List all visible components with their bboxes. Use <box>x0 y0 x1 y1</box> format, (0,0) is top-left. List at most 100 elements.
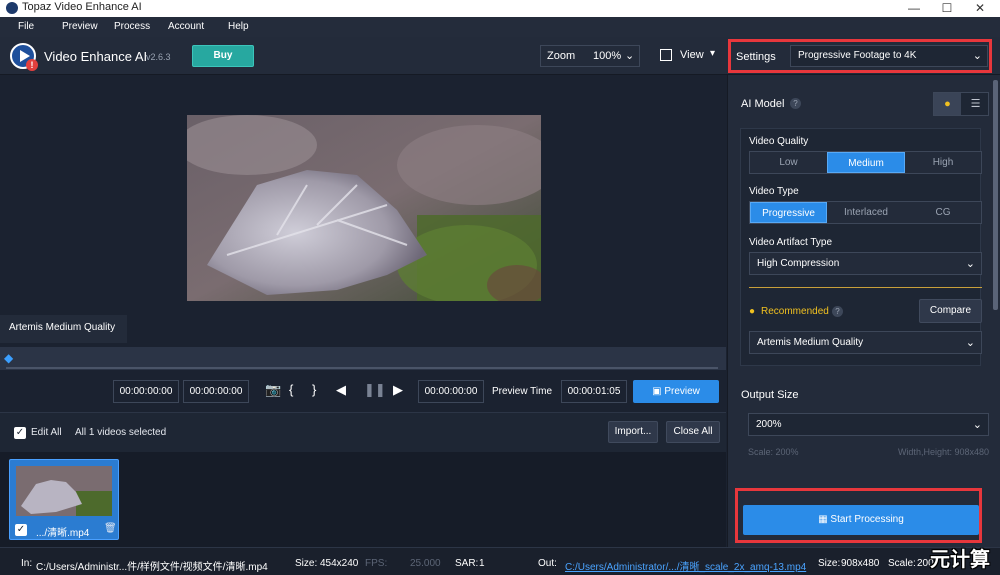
input-path: C:/Users/Administr...件/样例文件/视频文件/清晰.mp4 <box>36 562 268 573</box>
scale-label: Scale: <box>888 558 916 569</box>
video-frame-image <box>187 115 541 301</box>
playhead-icon[interactable]: ◆ <box>4 351 14 365</box>
menu-file[interactable]: File <box>18 21 34 32</box>
settings-preset-select[interactable]: Progressive Footage to 4K ⌄ <box>790 45 988 67</box>
bracket-open-icon[interactable]: { <box>289 382 293 397</box>
quality-medium-option[interactable]: Medium <box>827 152 905 173</box>
buy-button[interactable]: Buy <box>192 45 254 67</box>
artifact-type-select[interactable]: High Compression ⌄ <box>749 252 982 275</box>
current-time-field[interactable]: 00:00:00:00 <box>418 380 484 403</box>
chevron-down-icon: ⌄ <box>965 337 975 349</box>
preview-screen-icon: ▣ <box>652 386 665 397</box>
app-logo-icon: ! <box>10 43 38 71</box>
minimize-icon[interactable]: — <box>897 0 931 17</box>
preview-time-field[interactable]: 00:00:01:05 <box>561 380 627 403</box>
video-type-label: Video Type <box>749 186 799 197</box>
input-label: In: <box>21 558 33 569</box>
type-progressive-option[interactable]: Progressive <box>750 202 827 223</box>
help-icon[interactable]: ? <box>790 98 801 109</box>
preview-time-label: Preview Time <box>492 386 553 397</box>
menu-preview[interactable]: Preview <box>62 21 98 32</box>
in-time-field[interactable]: 00:00:00:00 <box>113 380 179 403</box>
video-type-segmented: Progressive Interlaced CG <box>749 201 982 224</box>
step-forward-icon[interactable]: ▶︎ <box>393 382 403 398</box>
output-size-value: 200% <box>756 419 782 430</box>
start-processing-button[interactable]: ▦ Start Processing <box>743 505 979 535</box>
recommended-label: Recommended <box>761 306 829 317</box>
menu-account[interactable]: Account <box>168 21 204 32</box>
edit-all-checkbox[interactable]: ✓ <box>14 427 26 439</box>
watermark: 元计算 <box>930 549 990 571</box>
model-name-tab: Artemis Medium Quality <box>0 315 127 343</box>
timeline[interactable]: ◆ <box>0 347 726 370</box>
app-window-icon <box>6 2 18 14</box>
bracket-close-icon[interactable]: } <box>312 382 316 397</box>
type-cg-option[interactable]: CG <box>905 202 981 223</box>
app-version: v2.6.3 <box>146 52 171 62</box>
menu-process[interactable]: Process <box>114 21 150 32</box>
sar-value: 1 <box>479 558 485 569</box>
preview-button[interactable]: ▣ Preview <box>633 380 719 403</box>
artifact-type-value: High Compression <box>757 258 840 269</box>
window-titlebar: Topaz Video Enhance AI — ☐ ✕ <box>0 0 1000 17</box>
preview-button-label: Preview <box>664 386 700 397</box>
settings-label: Settings <box>736 51 776 63</box>
artifact-type-label: Video Artifact Type <box>749 237 833 248</box>
view-checkbox-icon[interactable] <box>660 49 672 61</box>
transport-controls: 00:00:00:00 00:00:00:00 📷 { } ◀︎ ❚❚ ▶︎ 0… <box>0 370 726 412</box>
ai-model-title: AI Model <box>741 98 785 110</box>
list-view-icon[interactable]: ☰ <box>962 93 989 115</box>
edit-all-label[interactable]: Edit All <box>31 427 62 438</box>
ai-model-select[interactable]: Artemis Medium Quality ⌄ <box>749 331 982 354</box>
panel-scrollbar[interactable] <box>993 80 998 310</box>
item-checkbox[interactable]: ✓ <box>15 524 27 536</box>
output-size-value: 908x480 <box>841 558 880 569</box>
section-divider <box>749 287 982 288</box>
output-label: Out: <box>538 558 557 569</box>
output-size-card: 200% ⌄ Scale: 200% Width,Height: 908x480 <box>740 411 989 467</box>
selected-count-text: All 1 videos selected <box>75 427 167 438</box>
type-interlaced-option[interactable]: Interlaced <box>827 202 905 223</box>
import-button[interactable]: Import... <box>608 421 658 443</box>
fps-value: 25.000 <box>410 558 441 569</box>
output-size-select[interactable]: 200% ⌄ <box>748 413 989 436</box>
scale-text: Scale: 200% <box>748 447 799 457</box>
quality-high-option[interactable]: High <box>905 152 981 173</box>
window-title: Topaz Video Enhance AI <box>22 1 142 13</box>
chevron-down-icon[interactable]: ▾ <box>710 48 715 59</box>
pause-icon[interactable]: ❚❚ <box>364 382 386 398</box>
view-label: View <box>680 49 704 61</box>
fps-label: FPS: <box>365 558 388 569</box>
close-icon[interactable]: ✕ <box>963 0 997 17</box>
zoom-dropdown[interactable]: Zoom 100% ⌄ <box>540 45 640 67</box>
sar-label: SAR: <box>455 558 479 569</box>
timeline-track[interactable] <box>6 367 718 369</box>
video-quality-segmented: Low Medium High <box>749 151 982 174</box>
lightbulb-icon: ● <box>749 306 756 317</box>
settings-panel: AI Model ? ● ☰ Video Quality Low Medium … <box>727 75 1000 547</box>
output-path-link[interactable]: C:/Users/Administrator/.../清晰_scale_2x_a… <box>565 558 811 573</box>
lightbulb-icon[interactable]: ● <box>934 93 961 115</box>
chevron-down-icon: ⌄ <box>965 258 975 270</box>
compare-button[interactable]: Compare <box>919 299 982 323</box>
chevron-down-icon: ⌄ <box>625 50 635 62</box>
zoom-value: 100% <box>593 50 622 62</box>
ai-model-value: Artemis Medium Quality <box>757 337 864 348</box>
zoom-label: Zoom <box>547 50 576 62</box>
help-icon[interactable]: ? <box>832 306 843 317</box>
output-size-title: Output Size <box>741 389 799 401</box>
step-back-icon[interactable]: ◀︎ <box>336 382 346 398</box>
maximize-icon[interactable]: ☐ <box>930 0 964 17</box>
close-all-button[interactable]: Close All <box>666 421 720 443</box>
list-item[interactable]: ✓ .../清晰.mp4 🗑 <box>9 459 119 540</box>
width-height-text: Width,Height: 908x480 <box>897 447 989 457</box>
menu-help[interactable]: Help <box>228 21 249 32</box>
trash-icon[interactable]: 🗑 <box>104 523 117 534</box>
quality-low-option[interactable]: Low <box>750 152 827 173</box>
out-time-field[interactable]: 00:00:00:00 <box>183 380 249 403</box>
size-label: Size: <box>295 558 318 569</box>
size-value: 454x240 <box>320 558 359 569</box>
menu-bar: File Preview Process Account Help <box>0 17 1000 37</box>
chevron-down-icon: ⌄ <box>972 419 982 431</box>
camera-icon[interactable]: 📷 <box>265 382 281 398</box>
